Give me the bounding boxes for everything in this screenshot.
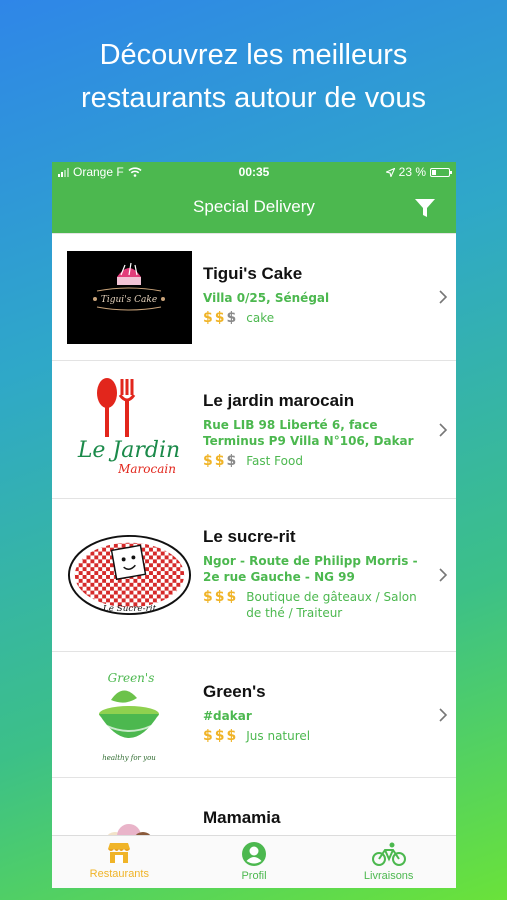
filter-icon[interactable] bbox=[414, 197, 436, 219]
promo-headline: Découvrez les meilleurs restaurants auto… bbox=[0, 34, 507, 120]
battery-icon bbox=[430, 167, 452, 177]
restaurant-name: Le jardin marocain bbox=[203, 391, 355, 410]
price-level: $$$ bbox=[203, 453, 239, 469]
sugar-cube-logo-icon: Le Sucre-rit bbox=[67, 534, 192, 616]
restaurant-logo: Le Sucre-rit bbox=[67, 519, 192, 631]
location-arrow-icon bbox=[385, 167, 395, 177]
tab-bar: Restaurants Profil Livraisons bbox=[52, 835, 456, 888]
ice-cream-logo-icon bbox=[107, 824, 151, 836]
bicycle-icon bbox=[371, 842, 406, 866]
chevron-right-icon bbox=[439, 423, 448, 437]
chevron-right-icon bbox=[439, 568, 448, 582]
tab-label: Livraisons bbox=[363, 870, 414, 882]
restaurant-row[interactable]: Tigui's Cake Tigui's Cake Villa 0/25, Sé… bbox=[52, 234, 456, 361]
carrier-label: Orange F bbox=[73, 165, 124, 179]
restaurant-category: Fast Food bbox=[246, 454, 303, 468]
battery-percent: 23 % bbox=[398, 165, 426, 179]
restaurant-row[interactable]: Le Jardin Marocain Le jardin marocain Ru… bbox=[52, 361, 456, 499]
nav-title: Special Delivery bbox=[193, 197, 315, 216]
restaurant-logo: Tigui's Cake bbox=[67, 251, 192, 344]
chevron-right-icon bbox=[439, 290, 448, 304]
restaurant-address: Villa 0/25, Sénégal bbox=[203, 291, 330, 305]
restaurant-address: Rue LIB 98 Liberté 6, face Terminus P9 V… bbox=[203, 418, 414, 448]
chevron-right-icon bbox=[439, 708, 448, 722]
restaurant-logo: Green's healthy for you bbox=[67, 664, 192, 768]
restaurant-category: Boutique de gâteaux / Salon de thé / Tra… bbox=[246, 590, 417, 620]
restaurant-address: Ngor - Route de Philipp Morris - 2e rue … bbox=[203, 554, 418, 584]
restaurant-name: Green's bbox=[203, 682, 266, 701]
restaurant-row[interactable]: Le Sucre-rit Le sucre-rit Ngor - Route d… bbox=[52, 499, 456, 652]
nav-bar: Special Delivery bbox=[52, 182, 456, 233]
logo-text: Tigui's Cake bbox=[101, 295, 157, 305]
restaurant-category: cake bbox=[246, 311, 275, 325]
tab-restaurants[interactable]: Restaurants bbox=[52, 836, 187, 888]
restaurant-name: Tigui's Cake bbox=[203, 264, 303, 283]
restaurant-category: Jus naturel bbox=[246, 729, 311, 743]
tab-livraisons[interactable]: Livraisons bbox=[321, 836, 456, 888]
tab-label: Profil bbox=[241, 870, 267, 882]
cake-logo-icon: Tigui's Cake bbox=[67, 251, 192, 344]
user-icon bbox=[242, 842, 266, 866]
logo-text: Green's bbox=[108, 671, 155, 685]
restaurant-row[interactable]: Green's healthy for you Green's #dakar $… bbox=[52, 652, 456, 778]
fork-spoon-logo-icon: Le Jardin Marocain bbox=[77, 378, 180, 476]
restaurant-address: #dakar bbox=[203, 709, 252, 723]
logo-subtext: healthy for you bbox=[102, 754, 156, 762]
headline-line-2: restaurants autour de vous bbox=[81, 82, 426, 114]
restaurant-logo: Le Jardin Marocain bbox=[67, 375, 192, 483]
logo-text: Le Sucre-rit bbox=[102, 604, 157, 614]
restaurant-logo bbox=[67, 798, 192, 836]
signal-icon bbox=[58, 167, 69, 177]
price-level: $$$ bbox=[203, 589, 239, 605]
bowl-logo-icon: Green's healthy for you bbox=[99, 671, 159, 762]
restaurant-list[interactable]: Tigui's Cake Tigui's Cake Villa 0/25, Sé… bbox=[52, 233, 456, 836]
logo-text: Le Jardin bbox=[77, 438, 180, 463]
tab-profil[interactable]: Profil bbox=[187, 836, 322, 888]
restaurant-row[interactable]: Mamamia bbox=[52, 778, 456, 836]
logo-subtext: Marocain bbox=[117, 462, 176, 476]
tab-label: Restaurants bbox=[89, 868, 149, 880]
store-icon bbox=[108, 843, 131, 863]
wifi-icon bbox=[128, 167, 142, 177]
restaurant-name: Le sucre-rit bbox=[203, 527, 296, 546]
status-bar: Orange F 00:35 23 % bbox=[52, 162, 456, 182]
restaurant-name: Mamamia bbox=[203, 808, 281, 827]
headline-line-1: Découvrez les meilleurs bbox=[99, 39, 408, 71]
price-level: $$$ bbox=[203, 728, 239, 744]
phone-screen: Orange F 00:35 23 % Special Delivery Tig… bbox=[52, 162, 456, 888]
status-time: 00:35 bbox=[238, 165, 270, 179]
price-level: $$$ bbox=[203, 310, 239, 326]
